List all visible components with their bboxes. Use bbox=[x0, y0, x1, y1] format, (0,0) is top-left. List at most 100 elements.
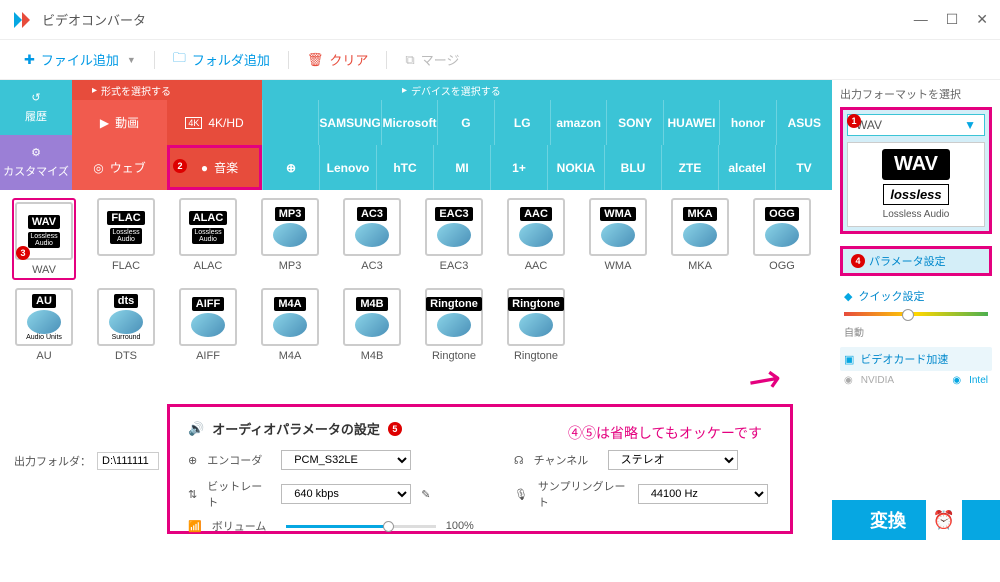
gear-icon: ⚙ bbox=[31, 146, 41, 159]
sample-select[interactable]: 44100 Hz bbox=[638, 484, 768, 504]
preview-code: WAV bbox=[882, 149, 950, 180]
trash-icon: 🗑 bbox=[307, 52, 324, 68]
output-folder-label: 出力フォルダ： bbox=[14, 453, 91, 469]
format-au[interactable]: AUAudio UnitsAU bbox=[12, 288, 76, 362]
preview-lossless: lossless bbox=[883, 184, 948, 205]
cat-web[interactable]: ◎ウェブ bbox=[72, 145, 167, 190]
brand-Microsoft[interactable]: Microsoft bbox=[381, 100, 437, 145]
maximize-icon[interactable]: ☐ bbox=[946, 11, 959, 28]
format-ringtone[interactable]: RingtoneRingtone bbox=[422, 288, 486, 362]
minimize-icon[interactable]: — bbox=[914, 11, 928, 28]
format-label: M4A bbox=[279, 350, 302, 362]
encoder-select[interactable]: PCM_S32LE bbox=[281, 450, 411, 470]
format-m4b[interactable]: M4BM4B bbox=[340, 288, 404, 362]
edit-icon[interactable]: ✎ bbox=[421, 488, 430, 501]
cat-music[interactable]: 2●音楽 bbox=[167, 145, 262, 190]
format-eac3[interactable]: EAC3EAC3 bbox=[422, 198, 486, 280]
format-label: AU bbox=[36, 350, 51, 362]
bitrate-select[interactable]: 640 kbps bbox=[281, 484, 411, 504]
channel-select[interactable]: ステレオ bbox=[608, 450, 738, 470]
add-folder-button[interactable]: 🗀 フォルダ追加 bbox=[173, 49, 270, 71]
brand-amazon[interactable]: amazon bbox=[550, 100, 606, 145]
brand-moto[interactable]: ⊕ bbox=[262, 145, 319, 190]
badge-3: 3 bbox=[16, 246, 30, 260]
format-alac[interactable]: ALACLossless AudioALAC bbox=[176, 198, 240, 280]
format-ogg[interactable]: OGGOGG bbox=[750, 198, 814, 280]
brand-MI[interactable]: MI bbox=[433, 145, 490, 190]
format-label: AAC bbox=[525, 260, 548, 272]
brand-SONY[interactable]: SONY bbox=[606, 100, 662, 145]
brand-NOKIA[interactable]: NOKIA bbox=[547, 145, 604, 190]
brand-alcatel[interactable]: alcatel bbox=[718, 145, 775, 190]
brand-ZTE[interactable]: ZTE bbox=[661, 145, 718, 190]
clear-button[interactable]: 🗑 クリア bbox=[307, 50, 369, 69]
app-logo-icon bbox=[12, 10, 32, 30]
format-label: WAV bbox=[32, 264, 56, 276]
channel-label: チャンネル bbox=[534, 452, 598, 468]
sidebar-tab-customize[interactable]: ⚙ カスタマイズ bbox=[0, 135, 72, 190]
format-header: 形式を選択する bbox=[101, 83, 171, 98]
output-format-header: 出力フォーマットを選択 bbox=[840, 86, 992, 102]
audio-panel-title: オーディオパラメータの設定 bbox=[212, 419, 380, 438]
quality-slider[interactable] bbox=[844, 312, 988, 316]
output-folder-input[interactable] bbox=[97, 452, 159, 470]
brand-honor[interactable]: honor bbox=[719, 100, 775, 145]
brand-HUAWEI[interactable]: HUAWEI bbox=[663, 100, 719, 145]
add-folder-label: フォルダ追加 bbox=[192, 50, 270, 69]
cat-video[interactable]: ▶動画 bbox=[72, 100, 167, 145]
intel-icon: ◉ bbox=[952, 375, 961, 386]
plus-icon: ✚ bbox=[24, 52, 35, 68]
output-format-select[interactable]: WAV▼ bbox=[847, 114, 985, 136]
sample-icon: 🎙 bbox=[514, 488, 528, 501]
format-label: OGG bbox=[769, 260, 795, 272]
brand-Lenovo[interactable]: Lenovo bbox=[319, 145, 376, 190]
brand-apple[interactable] bbox=[262, 100, 318, 145]
badge-5: 5 bbox=[388, 422, 402, 436]
quick-settings[interactable]: ◆クイック設定 bbox=[840, 288, 992, 304]
volume-slider[interactable] bbox=[286, 525, 436, 528]
sidebar-tab-history[interactable]: ↺ 履歴 bbox=[0, 80, 72, 135]
brand-BLU[interactable]: BLU bbox=[604, 145, 661, 190]
encoder-icon: ⊕ bbox=[188, 454, 197, 467]
clear-label: クリア bbox=[329, 50, 368, 69]
format-wma[interactable]: WMAWMA bbox=[586, 198, 650, 280]
badge-1: 1 bbox=[847, 114, 861, 128]
brand-ASUS[interactable]: ASUS bbox=[776, 100, 832, 145]
format-label: AC3 bbox=[361, 260, 382, 272]
brand-1+[interactable]: 1+ bbox=[490, 145, 547, 190]
add-file-button[interactable]: ✚ ファイル追加 ▼ bbox=[24, 50, 136, 69]
cat-4khd[interactable]: 4K4K/HD bbox=[167, 100, 262, 145]
volume-label: ボリューム bbox=[212, 518, 276, 534]
format-mka[interactable]: MKAMKA bbox=[668, 198, 732, 280]
brand-G[interactable]: G bbox=[437, 100, 493, 145]
add-file-label: ファイル追加 bbox=[41, 50, 119, 69]
device-header: デバイスを選択する bbox=[411, 83, 501, 98]
close-icon[interactable]: ✕ bbox=[976, 11, 988, 28]
schedule-icon[interactable]: ⏰ bbox=[926, 500, 962, 540]
brand-hTC[interactable]: hTC bbox=[376, 145, 433, 190]
history-icon: ↺ bbox=[31, 91, 40, 104]
brand-TV[interactable]: TV bbox=[775, 145, 832, 190]
audio-params-panel: ↗ ④⑤は省略してもオッケーです 🔊 オーディオパラメータの設定 5 ⊕エンコー… bbox=[167, 404, 793, 534]
customize-label: カスタマイズ bbox=[3, 163, 69, 179]
convert-button[interactable]: 変換 ⏰ bbox=[832, 500, 1000, 540]
format-m4a[interactable]: M4AM4A bbox=[258, 288, 322, 362]
format-mp3[interactable]: MP3MP3 bbox=[258, 198, 322, 280]
format-ac3[interactable]: AC3AC3 bbox=[340, 198, 404, 280]
format-wav[interactable]: WAVLossless AudioWAV3 bbox=[12, 198, 76, 280]
merge-button[interactable]: ⧉ マージ bbox=[405, 50, 459, 69]
format-dts[interactable]: dtsSurroundDTS bbox=[94, 288, 158, 362]
brand-SAMSUNG[interactable]: SAMSUNG bbox=[318, 100, 380, 145]
format-label: MKA bbox=[688, 260, 712, 272]
device-header-icon: ▸ bbox=[402, 85, 407, 96]
brand-LG[interactable]: LG bbox=[494, 100, 550, 145]
format-aiff[interactable]: AIFFAIFF bbox=[176, 288, 240, 362]
param-settings-button[interactable]: 4 パラメータ設定 bbox=[840, 246, 992, 276]
format-ringtone[interactable]: RingtoneRingtone bbox=[504, 288, 568, 362]
format-aac[interactable]: AACAAC bbox=[504, 198, 568, 280]
format-label: WMA bbox=[605, 260, 632, 272]
gpu-accel-toggle[interactable]: ▣ビデオカード加速 bbox=[840, 347, 992, 371]
format-flac[interactable]: FLACLossless AudioFLAC bbox=[94, 198, 158, 280]
app-title: ビデオコンバータ bbox=[42, 10, 146, 29]
output-format-preview: WAV lossless Lossless Audio bbox=[847, 142, 985, 227]
